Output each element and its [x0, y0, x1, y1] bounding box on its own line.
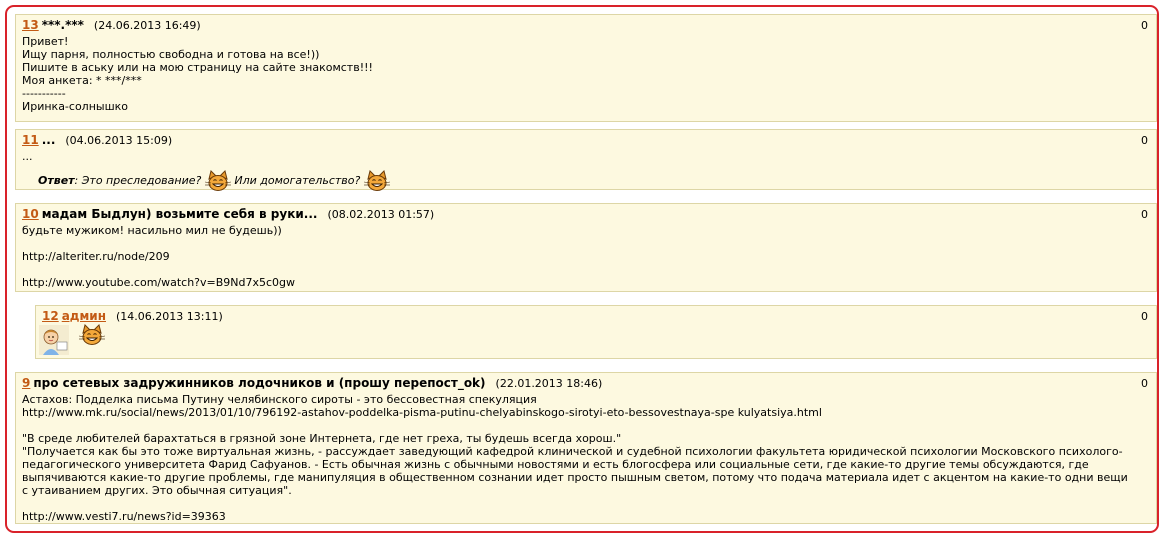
comment-score: 0	[1141, 19, 1148, 32]
reply-text-part1: : Это преследование?	[74, 174, 202, 187]
comment-title: мадам Быдлун) возьмите себя в руки...	[41, 207, 318, 221]
comment-10: 10 мадам Быдлун) возьмите себя в руки... (…	[15, 203, 1157, 292]
user-avatar-image	[39, 325, 69, 355]
comment-body: ...	[22, 150, 33, 163]
comment-body: Астахов: Подделка письма Путину челябинс…	[22, 393, 1128, 523]
comment-9: 9 про сетевых задружинников лодочников и …	[15, 372, 1157, 524]
comment-body: будьте мужиком! насильно мил не будешь))…	[22, 224, 296, 289]
comment-score: 0	[1141, 208, 1148, 221]
comment-title: про сетевых задружинников лодочников и (…	[33, 376, 486, 390]
comment-number-link[interactable]: 13	[22, 18, 39, 32]
comment-number-link[interactable]: 12	[42, 309, 59, 323]
comment-number-link[interactable]: 11	[22, 133, 39, 147]
comment-12: 12 админ (14.06.2013 13:11) 0	[35, 305, 1157, 359]
comment-score: 0	[1141, 134, 1148, 147]
reply-label: Ответ	[38, 174, 75, 187]
cat-grin-icon	[364, 170, 390, 192]
cat-grin-icon	[79, 324, 105, 346]
comment-11: 11... (04.06.2013 15:09) 0 ... Ответ: Это…	[15, 129, 1157, 190]
admin-reply: Ответ: Это преследование? Или домогатель…	[38, 170, 1150, 192]
comment-title: ...	[41, 133, 56, 147]
comment-score: 0	[1141, 377, 1148, 390]
comment-date: (08.02.2013 01:57)	[327, 208, 435, 221]
comment-author-link[interactable]: админ	[62, 309, 106, 323]
comment-number-link[interactable]: 9	[22, 376, 30, 390]
comment-score: 0	[1141, 310, 1148, 323]
comment-13: 13 ***.*** (24.06.2013 16:49) 0 Привет! Ищ…	[15, 14, 1157, 122]
comment-date: (24.06.2013 16:49)	[93, 19, 201, 32]
comment-date: (04.06.2013 15:09)	[65, 134, 173, 147]
cat-grin-icon	[205, 170, 231, 192]
comment-date: (22.01.2013 18:46)	[495, 377, 603, 390]
comment-number-link[interactable]: 10	[22, 207, 39, 221]
comment-title: ***.***	[41, 18, 84, 32]
comment-body: Привет! Ищу парня, полностью свободна и …	[22, 35, 373, 113]
comment-date: (14.06.2013 13:11)	[116, 310, 223, 323]
reply-text-part2: Или домогательство?	[234, 174, 361, 187]
